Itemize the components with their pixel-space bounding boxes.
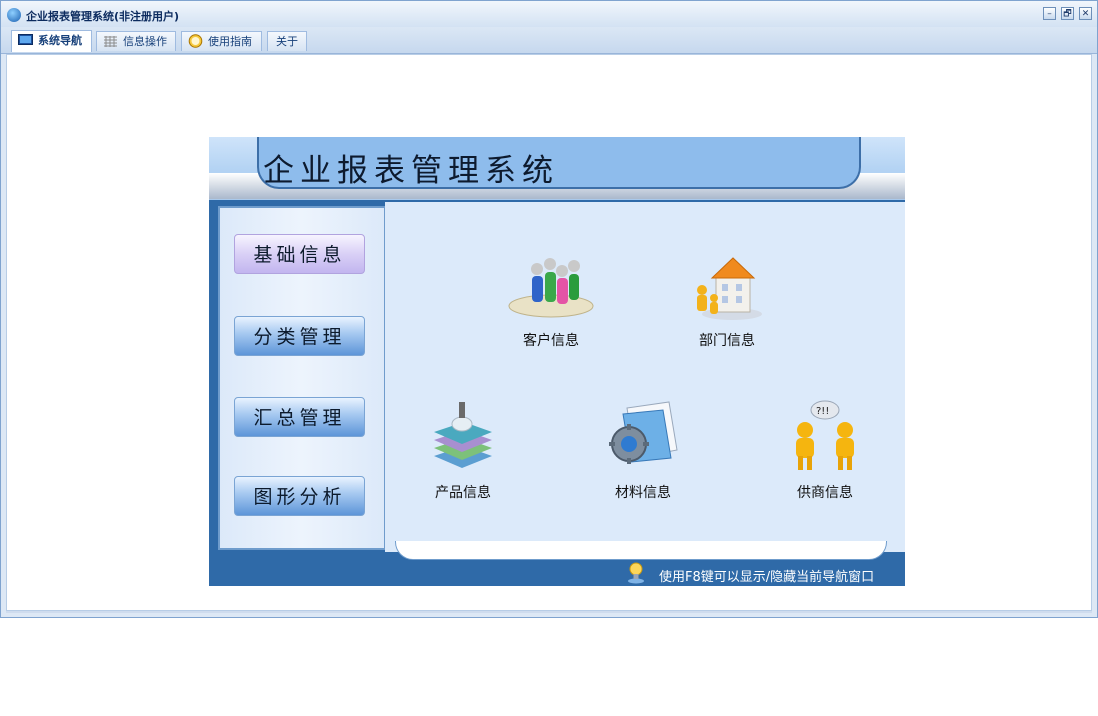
- nav-item-area: 客户信息 部门信息 产品信息 材料信息 ?!! 供商信息: [385, 202, 905, 552]
- tab-system-nav[interactable]: 系统导航: [11, 30, 92, 52]
- item-suppliers[interactable]: ?!! 供商信息: [775, 400, 875, 502]
- tab-about[interactable]: 关于: [267, 31, 307, 51]
- hint-text: 使用F8键可以显示/隐藏当前导航窗口: [659, 570, 875, 585]
- item-label: 客户信息: [523, 333, 579, 349]
- item-label: 供商信息: [797, 485, 853, 501]
- footer-curve: [395, 541, 887, 560]
- minimize-button[interactable]: –: [1043, 7, 1056, 20]
- lightbulb-icon: [628, 562, 644, 584]
- panel-title: 企业报表管理系统: [263, 153, 559, 189]
- item-materials[interactable]: 材料信息: [591, 400, 695, 502]
- item-label: 部门信息: [699, 333, 755, 349]
- products-icon: [434, 402, 492, 468]
- tab-user-guide[interactable]: 使用指南: [181, 31, 262, 51]
- status-divider: [6, 611, 1092, 613]
- monitor-icon: [18, 34, 33, 45]
- customers-icon: [508, 258, 594, 318]
- sidebar: 基础信息 分类管理 汇总管理 图形分析: [218, 206, 386, 550]
- window-title: 企业报表管理系统(非注册用户): [26, 10, 180, 23]
- title-bar[interactable]: 企业报表管理系统(非注册用户) – 🗗 ✕: [1, 1, 1097, 27]
- nav-chart-analysis-button[interactable]: 图形分析: [234, 476, 365, 516]
- item-department[interactable]: 部门信息: [673, 250, 781, 350]
- item-products[interactable]: 产品信息: [415, 400, 511, 502]
- tab-label: 系统导航: [38, 34, 82, 47]
- materials-icon: [609, 401, 678, 464]
- item-customers[interactable]: 客户信息: [495, 250, 607, 350]
- tab-label: 使用指南: [208, 35, 252, 48]
- tab-info-ops[interactable]: 信息操作: [96, 31, 176, 51]
- tab-label: 关于: [276, 35, 298, 48]
- nav-category-button[interactable]: 分类管理: [234, 316, 365, 356]
- close-button[interactable]: ✕: [1079, 7, 1092, 20]
- department-icon: [697, 257, 762, 320]
- navigation-panel: 企业报表管理系统 基础信息 分类管理 汇总管理 图形分析 客户信息 部门信息 产…: [209, 137, 905, 586]
- nav-basic-info-button[interactable]: 基础信息: [234, 234, 365, 274]
- tab-label: 信息操作: [123, 35, 167, 48]
- restore-button[interactable]: 🗗: [1061, 7, 1074, 20]
- suppliers-icon: ?!!: [796, 400, 854, 470]
- svg-text:?!!: ?!!: [816, 406, 829, 417]
- tab-strip: 系统导航 信息操作 使用指南 关于: [1, 27, 1097, 54]
- grid-icon: [104, 36, 117, 47]
- item-label: 产品信息: [435, 485, 491, 501]
- banner: 企业报表管理系统: [209, 137, 905, 200]
- clock-icon: [188, 34, 203, 48]
- nav-summary-button[interactable]: 汇总管理: [234, 397, 365, 437]
- item-label: 材料信息: [615, 485, 671, 501]
- app-icon: [7, 8, 21, 22]
